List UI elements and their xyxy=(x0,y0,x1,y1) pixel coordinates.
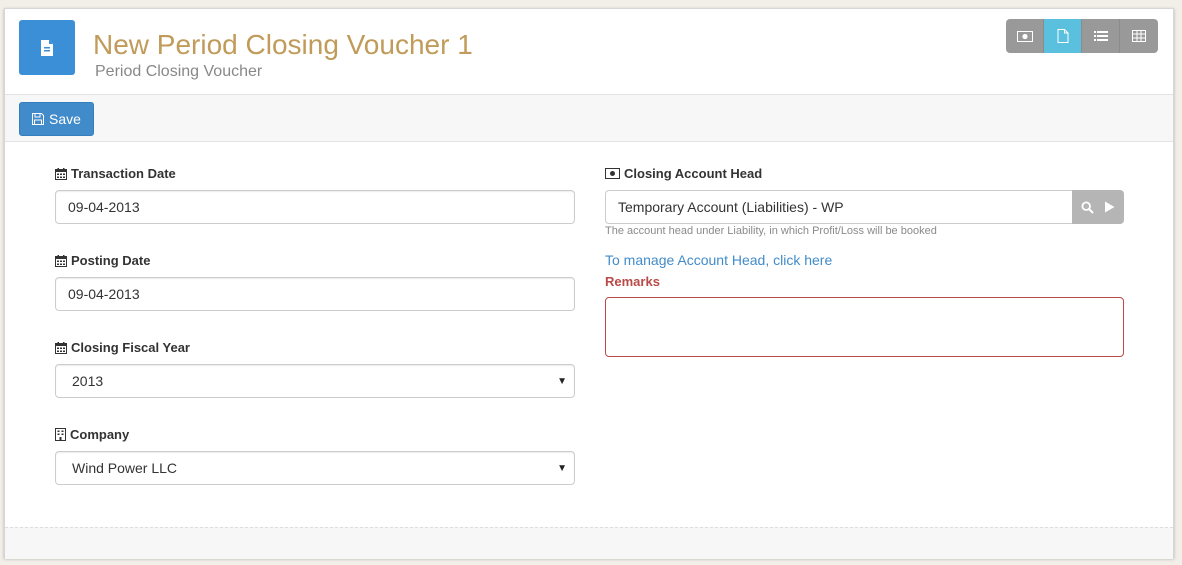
save-button[interactable]: Save xyxy=(19,102,94,136)
closing-fiscal-year-select[interactable]: 2013 ▼ xyxy=(55,364,575,398)
posting-date-label: Posting Date xyxy=(55,253,150,268)
closing-account-head-label: Closing Account Head xyxy=(605,166,762,181)
save-label: Save xyxy=(49,111,81,127)
transaction-date-value: 09-04-2013 xyxy=(68,199,140,215)
table-icon xyxy=(1132,30,1146,42)
posting-date-input[interactable]: 09-04-2013 xyxy=(55,277,575,311)
transaction-date-label: Transaction Date xyxy=(55,166,176,181)
caret-down-icon: ▼ xyxy=(557,463,567,474)
company-label-text: Company xyxy=(70,427,130,442)
closing-account-head-help: The account head under Liability, in whi… xyxy=(605,225,937,237)
closing-account-head-field: Temporary Account (Liabilities) - WP xyxy=(605,190,1124,224)
file-text-icon xyxy=(41,39,53,56)
file-icon xyxy=(1057,29,1068,43)
closing-account-head-value: Temporary Account (Liabilities) - WP xyxy=(618,199,844,215)
money-icon xyxy=(605,168,620,179)
play-icon[interactable] xyxy=(1104,201,1115,213)
page-subtitle: Period Closing Voucher xyxy=(95,63,263,80)
page-title: New Period Closing Voucher 1 xyxy=(93,29,473,60)
view-ledger-button[interactable] xyxy=(1006,19,1044,53)
link-addon xyxy=(1072,190,1124,224)
remarks-label: Remarks xyxy=(605,274,660,289)
manage-account-head-link[interactable]: To manage Account Head, click here xyxy=(605,252,832,268)
company-select[interactable]: Wind Power LLC ▼ xyxy=(55,451,575,485)
list-icon xyxy=(1093,31,1108,41)
toolbar: Save xyxy=(5,94,1173,142)
calendar-icon xyxy=(55,167,67,180)
calendar-icon xyxy=(55,341,67,354)
doc-badge xyxy=(19,20,75,75)
view-switcher xyxy=(1006,19,1158,53)
posting-date-label-text: Posting Date xyxy=(71,253,151,268)
form-card: New Period Closing Voucher 1 Period Clos… xyxy=(4,8,1174,559)
page-header: New Period Closing Voucher 1 Period Clos… xyxy=(5,9,1173,94)
view-list-button[interactable] xyxy=(1082,19,1120,53)
floppy-icon xyxy=(32,113,45,125)
view-report-button[interactable] xyxy=(1120,19,1158,53)
view-form-button[interactable] xyxy=(1044,19,1082,53)
company-label: Company xyxy=(55,427,129,442)
closing-fiscal-year-label-text: Closing Fiscal Year xyxy=(71,340,190,355)
posting-date-value: 09-04-2013 xyxy=(68,286,140,302)
closing-account-head-input[interactable]: Temporary Account (Liabilities) - WP xyxy=(605,190,1072,224)
closing-account-head-label-text: Closing Account Head xyxy=(624,166,763,181)
calendar-icon xyxy=(55,254,67,267)
closing-fiscal-year-value: 2013 xyxy=(72,373,104,389)
money-icon xyxy=(1016,30,1033,42)
search-icon[interactable] xyxy=(1081,200,1094,214)
caret-down-icon: ▼ xyxy=(557,376,567,387)
remarks-textarea[interactable] xyxy=(605,297,1124,357)
transaction-date-input[interactable]: 09-04-2013 xyxy=(55,190,575,224)
building-icon xyxy=(55,428,66,441)
closing-fiscal-year-label: Closing Fiscal Year xyxy=(55,340,190,355)
transaction-date-label-text: Transaction Date xyxy=(71,166,176,181)
company-value: Wind Power LLC xyxy=(72,460,178,476)
form-footer xyxy=(5,527,1173,559)
